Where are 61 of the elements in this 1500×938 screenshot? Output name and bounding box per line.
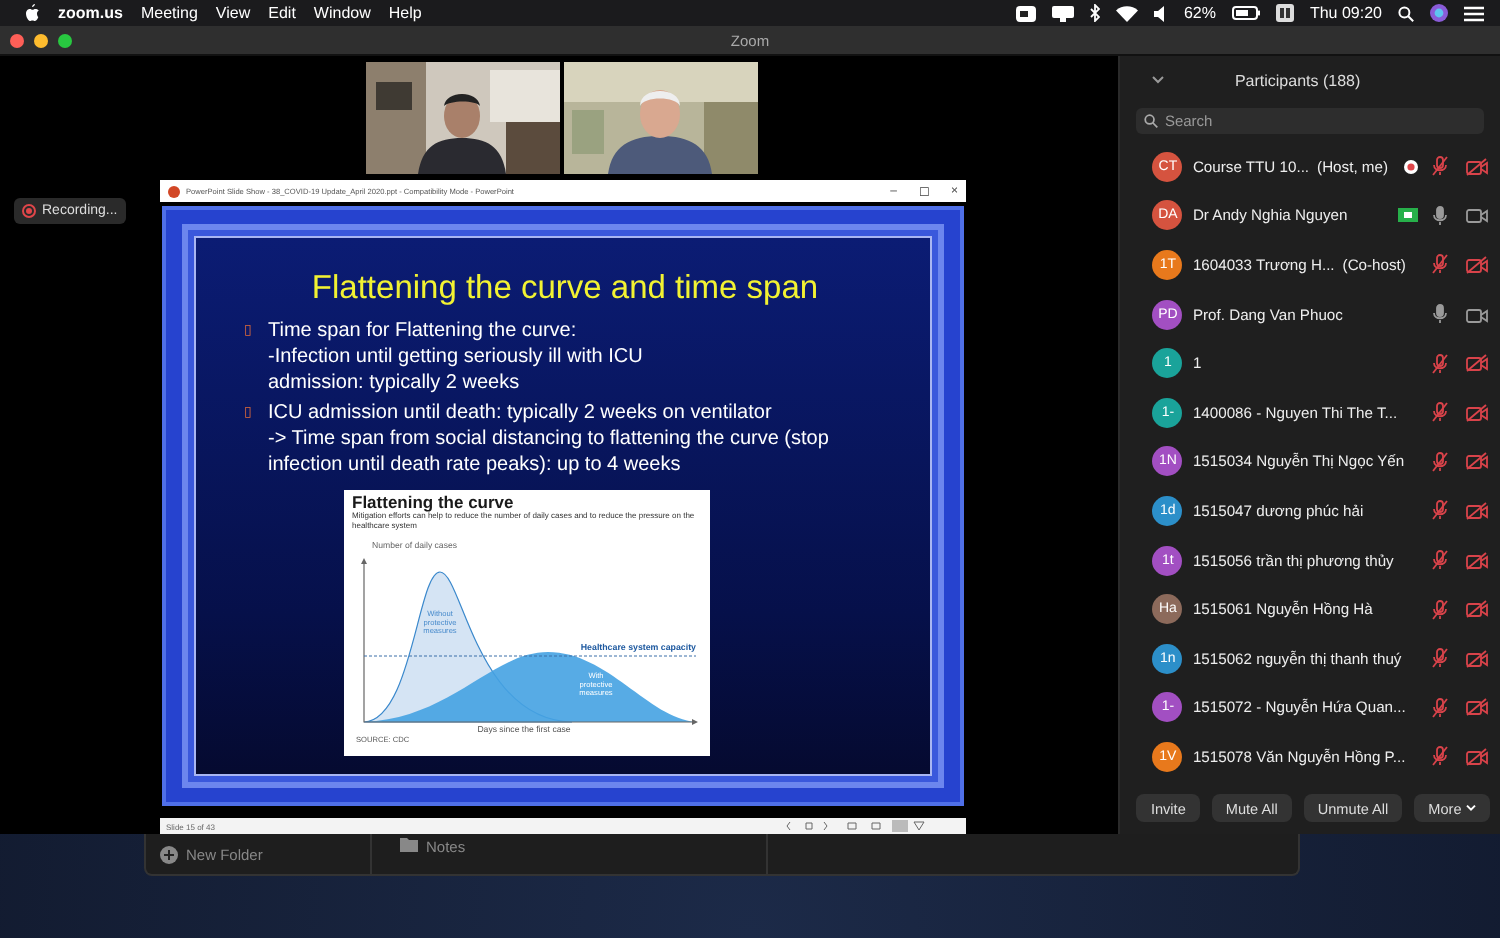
muted-mic-icon[interactable] [1432, 697, 1448, 718]
menu-item[interactable]: Help [388, 4, 422, 22]
menu-item[interactable]: Meeting [140, 4, 198, 22]
mic-icon[interactable] [1432, 205, 1448, 226]
menu-clock[interactable]: Thu 09:20 [1309, 4, 1382, 22]
figure-title: Flattening the curve [352, 494, 516, 512]
muted-mic-icon[interactable] [1432, 599, 1448, 620]
video-off-icon[interactable] [1466, 649, 1488, 668]
mic-icon[interactable] [1432, 304, 1448, 325]
video-off-icon[interactable] [1466, 600, 1488, 619]
close-button[interactable] [10, 33, 24, 47]
menu-item[interactable]: Edit [268, 4, 296, 22]
bullet-text: ICU admission until death: typically 2 weeks on ventilator [268, 400, 774, 426]
muted-mic-icon[interactable] [1432, 353, 1448, 374]
menu-item[interactable]: View [215, 4, 251, 22]
assistant-icon[interactable] [1430, 4, 1448, 22]
video-off-icon[interactable] [1466, 255, 1488, 274]
muted-mic-icon[interactable] [1432, 254, 1448, 275]
panel-title: Participants (188) [1234, 71, 1361, 89]
bullet-text: -Infection until getting seriously ill with ICU admission: typically 2 weeks [268, 344, 645, 396]
muted-mic-icon[interactable] [1432, 648, 1448, 669]
bluetooth-icon[interactable] [1089, 4, 1100, 22]
video-off-icon[interactable] [1466, 698, 1488, 717]
muted-mic-icon[interactable] [1432, 156, 1448, 177]
caret-icon [1465, 804, 1476, 812]
battery-percent: 62% [1183, 4, 1216, 22]
app-logo-icon [168, 185, 180, 197]
collapse-icon[interactable] [1152, 76, 1165, 84]
video-off-icon[interactable] [1466, 403, 1488, 422]
video-off-icon[interactable] [1466, 551, 1488, 570]
muted-mic-icon[interactable] [1432, 451, 1448, 472]
bullet-text: Time span for Flattening the curve: [268, 318, 579, 344]
wifi-icon[interactable] [1115, 5, 1138, 21]
muted-mic-icon[interactable] [1432, 550, 1448, 571]
recording-icon [22, 204, 36, 218]
video-icon[interactable] [1466, 206, 1488, 225]
display-icon[interactable] [1051, 5, 1074, 21]
video-off-icon[interactable] [1466, 452, 1488, 471]
video-off-icon[interactable] [1466, 354, 1488, 373]
folder-icon [400, 838, 418, 852]
list-icon[interactable] [1464, 5, 1484, 21]
battery-icon[interactable] [1231, 6, 1260, 20]
search-icon [1144, 114, 1159, 128]
minimize-button[interactable] [34, 33, 48, 47]
muted-mic-icon[interactable] [1432, 402, 1448, 423]
video-off-icon[interactable] [1466, 747, 1488, 766]
zoom-button[interactable] [58, 33, 72, 47]
muted-mic-icon[interactable] [1432, 746, 1448, 767]
bullet-text: -> Time span from social distancing to flattening the curve (stop infection until death rate peaks): up to 4 weeks [268, 426, 831, 478]
speaker-icon[interactable] [1153, 5, 1168, 21]
slide-title: Flattening the curve and time span [309, 270, 821, 308]
add-icon [160, 845, 178, 863]
muted-mic-icon[interactable] [1432, 500, 1448, 521]
video-off-icon[interactable] [1466, 157, 1488, 176]
video-icon[interactable] [1466, 305, 1488, 324]
slide-nav-icons[interactable] [786, 820, 926, 832]
app-menu[interactable]: zoom.us [58, 4, 123, 22]
menu-item[interactable]: Window [313, 4, 371, 22]
apple-icon[interactable] [24, 4, 40, 22]
search-icon[interactable] [1398, 5, 1414, 21]
video-off-icon[interactable] [1466, 501, 1488, 520]
